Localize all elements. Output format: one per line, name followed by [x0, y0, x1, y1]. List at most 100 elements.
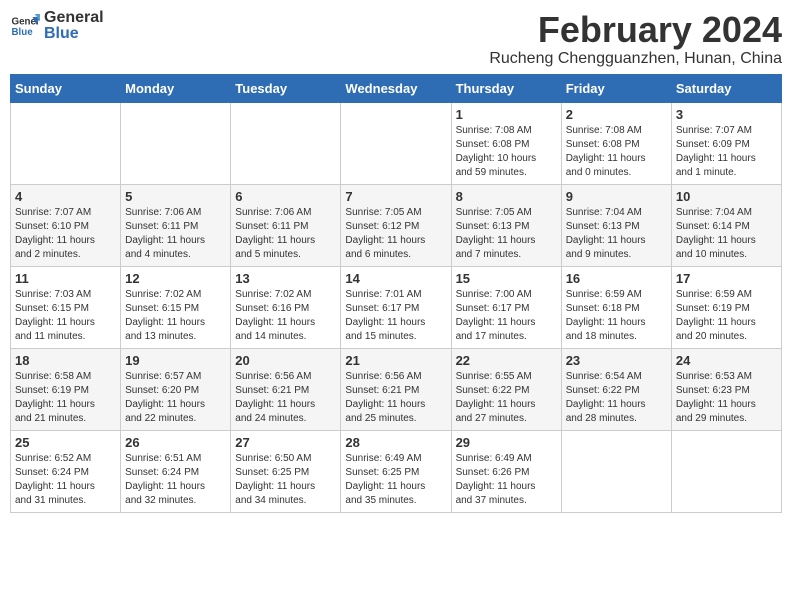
day-info: Sunrise: 6:56 AMSunset: 6:21 PMDaylight:…: [345, 370, 446, 426]
calendar-cell: 29Sunrise: 6:49 AMSunset: 6:26 PMDayligh…: [451, 430, 561, 512]
day-number: 15: [456, 271, 557, 286]
day-number: 28: [345, 435, 446, 450]
title-area: February 2024 Rucheng Chengguanzhen, Hun…: [489, 10, 782, 68]
day-info: Sunrise: 7:06 AMSunset: 6:11 PMDaylight:…: [125, 206, 226, 262]
day-number: 27: [235, 435, 336, 450]
day-info: Sunrise: 7:06 AMSunset: 6:11 PMDaylight:…: [235, 206, 336, 262]
calendar-week-3: 11 Sunrise: 7:03 AMSunset: 6:15 PMDayligh…: [11, 266, 782, 348]
day-number: 23: [566, 353, 667, 368]
day-number: 16: [566, 271, 667, 286]
day-number: 29: [456, 435, 557, 450]
day-number: 25: [15, 435, 116, 450]
main-title: February 2024: [489, 10, 782, 50]
calendar: SundayMondayTuesdayWednesdayThursdayFrid…: [10, 74, 782, 513]
calendar-cell: [671, 430, 781, 512]
calendar-cell: 5 Sunrise: 7:06 AMSunset: 6:11 PMDaylight…: [121, 184, 231, 266]
header: General Blue General Blue February 2024 …: [10, 10, 782, 68]
day-info: Sunrise: 6:53 AMSunset: 6:23 PMDaylight:…: [676, 370, 777, 426]
calendar-cell: 6Sunrise: 7:06 AMSunset: 6:11 PMDaylight…: [231, 184, 341, 266]
day-header-monday: Monday: [121, 74, 231, 102]
day-info: Sunrise: 7:05 AMSunset: 6:12 PMDaylight:…: [345, 206, 446, 262]
day-number: 10: [676, 189, 777, 204]
calendar-cell: 19 Sunrise: 6:57 AMSunset: 6:20 PMDayligh…: [121, 348, 231, 430]
calendar-cell: [341, 102, 451, 184]
day-number: 7: [345, 189, 446, 204]
day-header-tuesday: Tuesday: [231, 74, 341, 102]
day-number: 14: [345, 271, 446, 286]
logo: General Blue General Blue: [10, 10, 104, 42]
day-info: Sunrise: 7:08 AMSunset: 6:08 PMDaylight:…: [566, 124, 667, 180]
day-number: 5: [125, 189, 226, 204]
day-info: Sunrise: 7:01 AMSunset: 6:17 PMDaylight:…: [345, 288, 446, 344]
day-number: 18: [15, 353, 116, 368]
calendar-cell: 7 Sunrise: 7:05 AMSunset: 6:12 PMDaylight…: [341, 184, 451, 266]
day-header-thursday: Thursday: [451, 74, 561, 102]
calendar-cell: 22Sunrise: 6:55 AMSunset: 6:22 PMDayligh…: [451, 348, 561, 430]
day-info: Sunrise: 6:54 AMSunset: 6:22 PMDaylight:…: [566, 370, 667, 426]
day-number: 3: [676, 107, 777, 122]
day-info: Sunrise: 6:49 AMSunset: 6:25 PMDaylight:…: [345, 452, 446, 508]
day-number: 20: [235, 353, 336, 368]
day-info: Sunrise: 6:59 AMSunset: 6:19 PMDaylight:…: [676, 288, 777, 344]
calendar-cell: 17 Sunrise: 6:59 AMSunset: 6:19 PMDayligh…: [671, 266, 781, 348]
calendar-cell: 25 Sunrise: 6:52 AMSunset: 6:24 PMDayligh…: [11, 430, 121, 512]
day-info: Sunrise: 7:07 AMSunset: 6:10 PMDaylight:…: [15, 206, 116, 262]
logo-general-text: General: [44, 10, 104, 26]
calendar-cell: 16Sunrise: 6:59 AMSunset: 6:18 PMDayligh…: [561, 266, 671, 348]
calendar-cell: 13 Sunrise: 7:02 AMSunset: 6:16 PMDayligh…: [231, 266, 341, 348]
day-number: 11: [15, 271, 116, 286]
logo-blue-text: Blue: [44, 26, 104, 42]
day-info: Sunrise: 7:02 AMSunset: 6:15 PMDaylight:…: [125, 288, 226, 344]
day-header-saturday: Saturday: [671, 74, 781, 102]
day-number: 13: [235, 271, 336, 286]
calendar-cell: 1Sunrise: 7:08 AMSunset: 6:08 PMDaylight…: [451, 102, 561, 184]
day-info: Sunrise: 7:04 AMSunset: 6:14 PMDaylight:…: [676, 206, 777, 262]
day-info: Sunrise: 6:55 AMSunset: 6:22 PMDaylight:…: [456, 370, 557, 426]
calendar-cell: [121, 102, 231, 184]
day-info: Sunrise: 7:03 AMSunset: 6:15 PMDaylight:…: [15, 288, 116, 344]
calendar-cell: 12Sunrise: 7:02 AMSunset: 6:15 PMDayligh…: [121, 266, 231, 348]
day-info: Sunrise: 7:02 AMSunset: 6:16 PMDaylight:…: [235, 288, 336, 344]
calendar-cell: 3 Sunrise: 7:07 AMSunset: 6:09 PMDaylight…: [671, 102, 781, 184]
day-number: 9: [566, 189, 667, 204]
day-info: Sunrise: 6:58 AMSunset: 6:19 PMDaylight:…: [15, 370, 116, 426]
day-number: 17: [676, 271, 777, 286]
day-info: Sunrise: 6:50 AMSunset: 6:25 PMDaylight:…: [235, 452, 336, 508]
calendar-cell: [11, 102, 121, 184]
calendar-week-5: 25 Sunrise: 6:52 AMSunset: 6:24 PMDayligh…: [11, 430, 782, 512]
day-number: 21: [345, 353, 446, 368]
svg-text:Blue: Blue: [12, 27, 34, 38]
calendar-cell: 15Sunrise: 7:00 AMSunset: 6:17 PMDayligh…: [451, 266, 561, 348]
calendar-cell: 10 Sunrise: 7:04 AMSunset: 6:14 PMDayligh…: [671, 184, 781, 266]
calendar-cell: 20 Sunrise: 6:56 AMSunset: 6:21 PMDayligh…: [231, 348, 341, 430]
day-info: Sunrise: 6:56 AMSunset: 6:21 PMDaylight:…: [235, 370, 336, 426]
calendar-cell: [561, 430, 671, 512]
day-header-sunday: Sunday: [11, 74, 121, 102]
calendar-cell: 9 Sunrise: 7:04 AMSunset: 6:13 PMDaylight…: [561, 184, 671, 266]
calendar-cell: 18 Sunrise: 6:58 AMSunset: 6:19 PMDayligh…: [11, 348, 121, 430]
calendar-cell: 4 Sunrise: 7:07 AMSunset: 6:10 PMDaylight…: [11, 184, 121, 266]
logo-icon: General Blue: [10, 11, 40, 41]
calendar-week-2: 4 Sunrise: 7:07 AMSunset: 6:10 PMDaylight…: [11, 184, 782, 266]
calendar-cell: 2Sunrise: 7:08 AMSunset: 6:08 PMDaylight…: [561, 102, 671, 184]
day-info: Sunrise: 6:57 AMSunset: 6:20 PMDaylight:…: [125, 370, 226, 426]
calendar-week-4: 18 Sunrise: 6:58 AMSunset: 6:19 PMDayligh…: [11, 348, 782, 430]
calendar-cell: 28 Sunrise: 6:49 AMSunset: 6:25 PMDayligh…: [341, 430, 451, 512]
day-info: Sunrise: 7:07 AMSunset: 6:09 PMDaylight:…: [676, 124, 777, 180]
calendar-cell: 27 Sunrise: 6:50 AMSunset: 6:25 PMDayligh…: [231, 430, 341, 512]
calendar-cell: [231, 102, 341, 184]
day-info: Sunrise: 7:08 AMSunset: 6:08 PMDaylight:…: [456, 124, 557, 180]
day-info: Sunrise: 6:52 AMSunset: 6:24 PMDaylight:…: [15, 452, 116, 508]
calendar-week-1: 1Sunrise: 7:08 AMSunset: 6:08 PMDaylight…: [11, 102, 782, 184]
calendar-cell: 26 Sunrise: 6:51 AMSunset: 6:24 PMDayligh…: [121, 430, 231, 512]
day-info: Sunrise: 6:51 AMSunset: 6:24 PMDaylight:…: [125, 452, 226, 508]
day-info: Sunrise: 7:04 AMSunset: 6:13 PMDaylight:…: [566, 206, 667, 262]
day-number: 24: [676, 353, 777, 368]
day-number: 26: [125, 435, 226, 450]
day-header-friday: Friday: [561, 74, 671, 102]
calendar-cell: 11 Sunrise: 7:03 AMSunset: 6:15 PMDayligh…: [11, 266, 121, 348]
calendar-cell: 23 Sunrise: 6:54 AMSunset: 6:22 PMDayligh…: [561, 348, 671, 430]
calendar-cell: 21 Sunrise: 6:56 AMSunset: 6:21 PMDayligh…: [341, 348, 451, 430]
day-number: 4: [15, 189, 116, 204]
day-number: 19: [125, 353, 226, 368]
